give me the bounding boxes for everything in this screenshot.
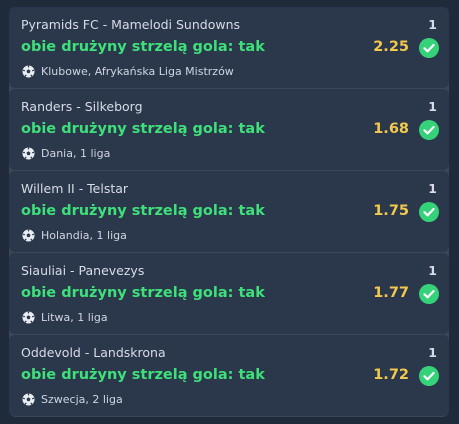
check-circle-icon bbox=[419, 38, 439, 58]
check-circle-icon bbox=[419, 366, 439, 386]
bet-count: 1 bbox=[428, 181, 437, 196]
bet-odds: 1.72 bbox=[373, 367, 409, 383]
bet-count: 1 bbox=[428, 99, 437, 114]
bet-count: 1 bbox=[428, 17, 437, 32]
match-name: Willem II - Telstar bbox=[21, 181, 129, 196]
league-name: Dania, 1 liga bbox=[41, 147, 111, 160]
soccer-ball-icon bbox=[22, 229, 35, 242]
bet-card[interactable]: Willem II - Telstar 1 obie drużyny strze… bbox=[9, 171, 449, 252]
league-name: Szwecja, 2 liga bbox=[41, 393, 123, 406]
match-name: Randers - Silkeborg bbox=[21, 99, 143, 114]
soccer-ball-icon bbox=[22, 147, 35, 160]
check-circle-icon bbox=[419, 202, 439, 222]
league-name: Litwa, 1 liga bbox=[41, 311, 108, 324]
bet-card[interactable]: Oddevold - Landskrona 1 obie drużyny str… bbox=[9, 335, 449, 416]
bet-selection: obie drużyny strzelą gola: tak bbox=[21, 203, 265, 219]
soccer-ball-icon bbox=[22, 311, 35, 324]
check-circle-icon bbox=[419, 120, 439, 140]
bet-selection: obie drużyny strzelą gola: tak bbox=[21, 39, 265, 55]
match-name: Pyramids FC - Mamelodi Sundowns bbox=[21, 17, 241, 32]
bet-selection: obie drużyny strzelą gola: tak bbox=[21, 285, 265, 301]
match-name: Oddevold - Landskrona bbox=[21, 345, 166, 360]
bet-selection: obie drużyny strzelą gola: tak bbox=[21, 367, 265, 383]
bet-odds: 1.75 bbox=[373, 203, 409, 219]
check-circle-icon bbox=[419, 284, 439, 304]
bet-odds: 1.77 bbox=[373, 285, 409, 301]
bet-count: 1 bbox=[428, 345, 437, 360]
bet-card[interactable]: Randers - Silkeborg 1 obie drużyny strze… bbox=[9, 89, 449, 170]
league-name: Klubowe, Afrykańska Liga Mistrzów bbox=[41, 65, 234, 78]
bet-odds: 1.68 bbox=[373, 121, 409, 137]
soccer-ball-icon bbox=[22, 393, 35, 406]
bet-slip-list: Pyramids FC - Mamelodi Sundowns 1 obie d… bbox=[9, 7, 449, 417]
bet-count: 1 bbox=[428, 263, 437, 278]
bet-card[interactable]: Pyramids FC - Mamelodi Sundowns 1 obie d… bbox=[9, 7, 449, 88]
bet-card[interactable]: Siauliai - Panevezys 1 obie drużyny strz… bbox=[9, 253, 449, 334]
soccer-ball-icon bbox=[22, 65, 35, 78]
match-name: Siauliai - Panevezys bbox=[21, 263, 145, 278]
bet-selection: obie drużyny strzelą gola: tak bbox=[21, 121, 265, 137]
bet-odds: 2.25 bbox=[373, 39, 409, 55]
league-name: Holandia, 1 liga bbox=[41, 229, 127, 242]
